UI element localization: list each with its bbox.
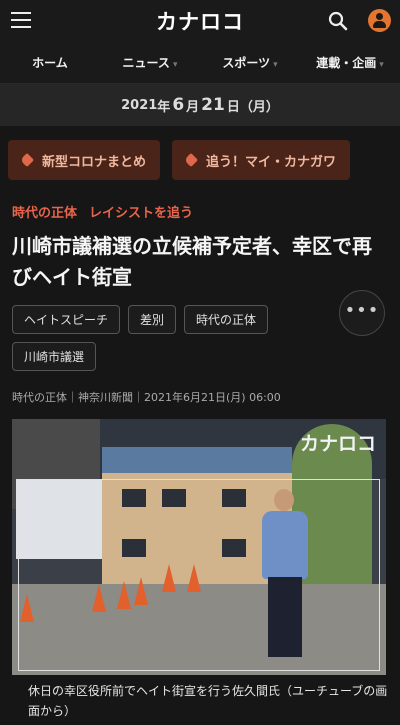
tag-icon bbox=[19, 152, 35, 168]
search-icon[interactable] bbox=[328, 11, 348, 31]
category-link[interactable]: 時代の正体 bbox=[12, 206, 77, 221]
chevron-down-icon: ▾ bbox=[379, 60, 384, 70]
nav-item-news[interactable]: ニュース ▾ bbox=[100, 54, 200, 71]
nav-item-home[interactable]: ホーム bbox=[0, 54, 100, 71]
chevron-down-icon: ▾ bbox=[273, 60, 278, 70]
article-category: 時代の正体 レイシストを追う bbox=[0, 180, 400, 221]
article-meta: 時代の正体｜神奈川新聞｜2021年6月21日(月) 06:00 bbox=[12, 391, 281, 404]
account-icon[interactable] bbox=[368, 9, 391, 32]
article-photo[interactable]: カナロコ bbox=[12, 419, 386, 675]
top-header: カナロコ bbox=[0, 0, 400, 42]
nav-item-sports[interactable]: スポーツ ▾ bbox=[200, 54, 300, 71]
keyword-tag[interactable]: 時代の正体 bbox=[184, 305, 269, 334]
category-link[interactable]: レイシストを追う bbox=[89, 206, 193, 221]
photo-watermark-logo: カナロコ bbox=[299, 433, 376, 455]
keyword-tag[interactable]: 差別 bbox=[128, 305, 177, 334]
tag-my-kanagawa[interactable]: 追う！マイ・カナガワ bbox=[172, 140, 351, 180]
main-nav: ホーム ニュース ▾ スポーツ ▾ 連載・企画 ▾ bbox=[0, 42, 400, 84]
keyword-tags: ヘイトスピーチ 差別 時代の正体 川崎市議選 bbox=[0, 293, 340, 371]
chevron-down-icon: ▾ bbox=[172, 60, 178, 70]
keyword-tag[interactable]: 川崎市議選 bbox=[12, 342, 97, 371]
tag-corona-summary[interactable]: 新型コロナまとめ bbox=[8, 140, 161, 180]
tag-icon bbox=[183, 152, 199, 168]
nav-item-series[interactable]: 連載・企画 ▾ bbox=[300, 54, 400, 71]
photo-caption: 休日の幸区役所前でヘイト街宣を行う佐久間氏（ユーチューブの画面から） bbox=[28, 684, 388, 718]
more-options-button[interactable]: ••• bbox=[339, 290, 385, 336]
featured-tags: 新型コロナまとめ 追う！マイ・カナガワ bbox=[0, 126, 400, 180]
article-title: 川崎市議補選の立候補予定者、幸区で再びヘイト街宣 bbox=[12, 234, 372, 289]
keyword-tag[interactable]: ヘイトスピーチ bbox=[12, 305, 121, 334]
date-bar: 2021 年 6月 21 日 （月） bbox=[0, 84, 400, 126]
